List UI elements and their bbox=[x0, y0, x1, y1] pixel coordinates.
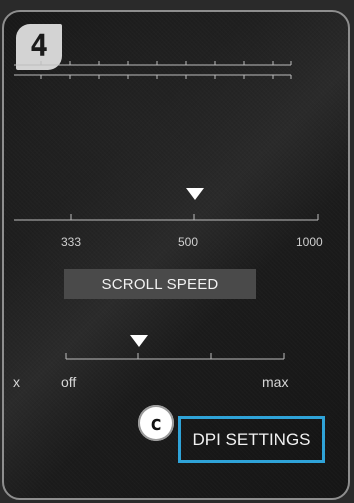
dpi-tick-500: 500 bbox=[178, 235, 199, 249]
settings-panel: 4 333 500 1000 SCROLL SPEED x off max c … bbox=[2, 10, 350, 500]
dpi-settings-button[interactable]: DPI SETTINGS bbox=[178, 416, 325, 463]
scroll-left-edge-text: x bbox=[13, 374, 20, 390]
dpi-tick-1000: 1000 bbox=[296, 235, 323, 249]
scroll-speed-max-label: max bbox=[262, 374, 289, 390]
dpi-slider-pointer-icon[interactable] bbox=[186, 188, 204, 200]
callout-marker: c bbox=[138, 405, 174, 441]
top-ruler-track bbox=[14, 61, 292, 79]
scroll-speed-pointer-icon[interactable] bbox=[130, 335, 148, 347]
dpi-slider-track[interactable] bbox=[14, 214, 319, 221]
scroll-speed-min-label: off bbox=[61, 374, 77, 390]
scroll-speed-title: SCROLL SPEED bbox=[64, 269, 256, 299]
callout-marker-label: c bbox=[149, 411, 163, 435]
dpi-tick-333: 333 bbox=[61, 235, 82, 249]
scroll-speed-track[interactable] bbox=[65, 353, 285, 360]
